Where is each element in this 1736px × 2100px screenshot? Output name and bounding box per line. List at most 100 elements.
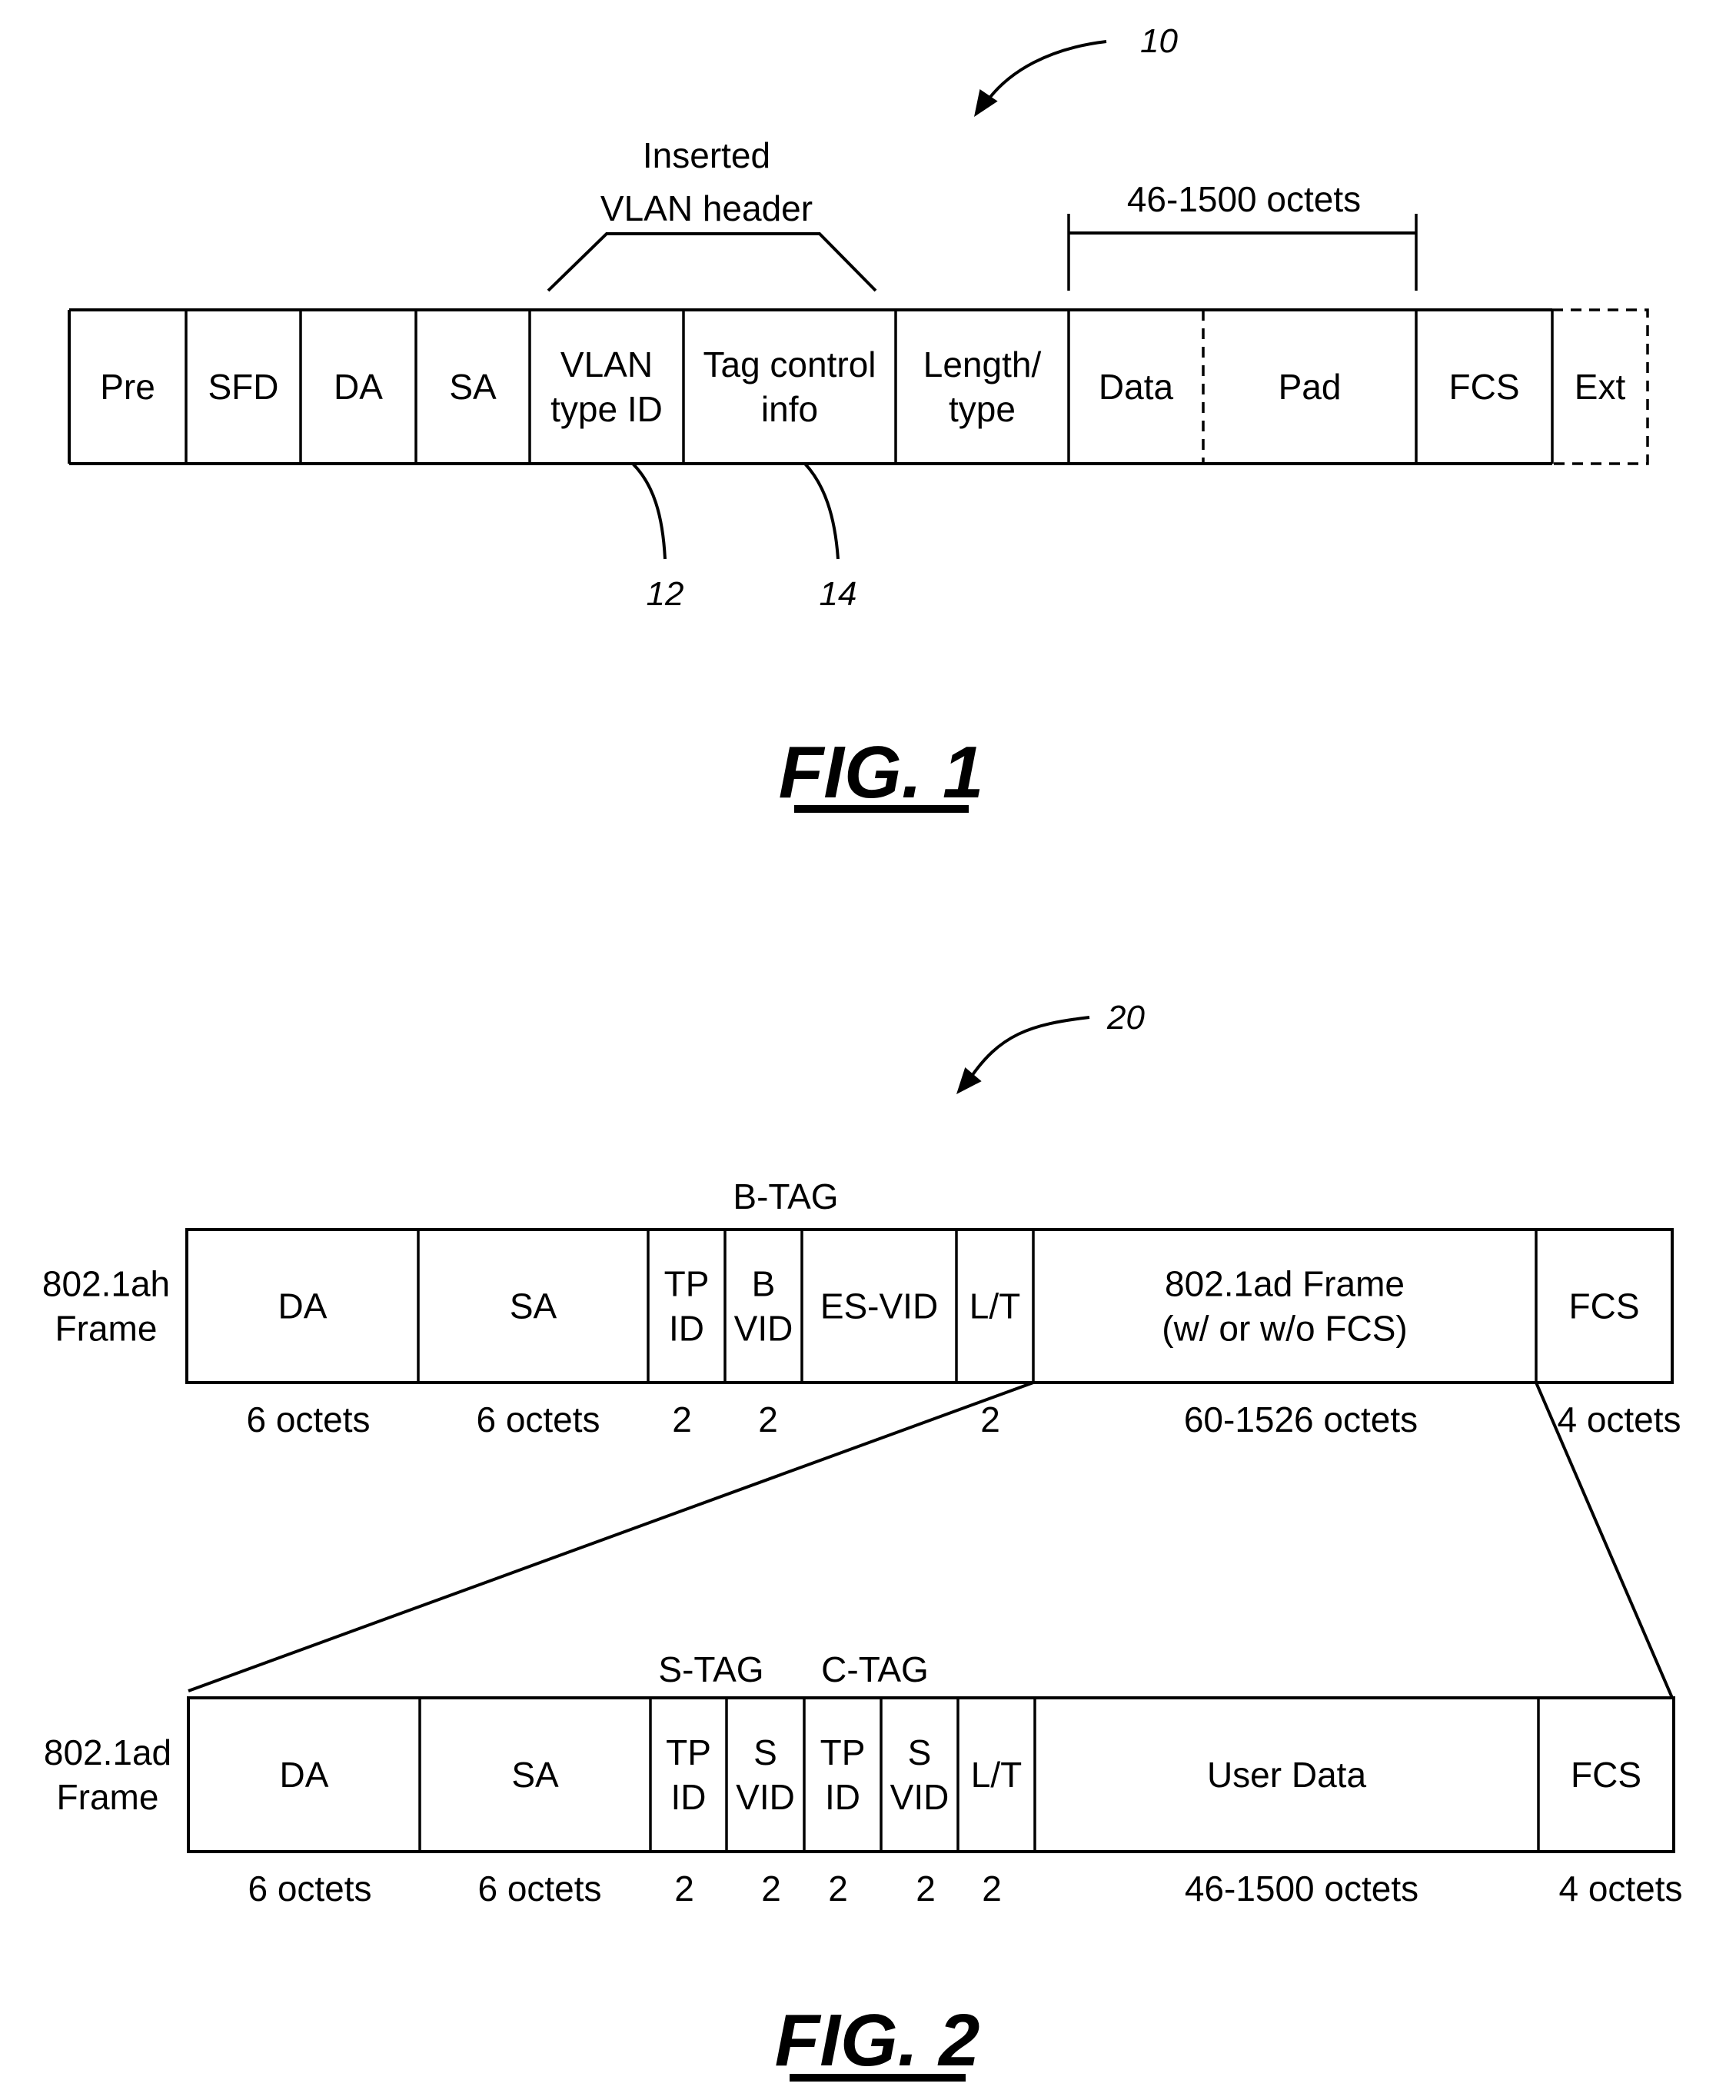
ah-field-ad-frame: 802.1ad Frame (w/ or w/o FCS) 60-1526 octe…: [1032, 1230, 1418, 1439]
ad-field-label-c-vid-line-1: S: [908, 1732, 932, 1772]
ad-size-label-s-tp-id: 2: [674, 1869, 694, 1909]
field-da: DA: [299, 310, 383, 464]
ah-size-label-ad-frame: 60-1526 octets: [1184, 1399, 1418, 1439]
ad-field-label-user-data-line-1: User Data: [1207, 1755, 1366, 1795]
ah-field-da: DA 6 octets: [246, 1286, 370, 1440]
ad-size-label-fcs: 4 octets: [1558, 1869, 1682, 1909]
ad-field-label-da-line-1: DA: [280, 1755, 329, 1795]
ah-field-label-da-line-1: DA: [278, 1286, 328, 1326]
ad-frame-row: 802.1ad Frame DA 6 octets SA 6 octets TP ID 2 S VI…: [44, 1649, 1683, 1909]
field-length-type: Length/type: [894, 310, 1042, 464]
field-pre: Pre: [100, 367, 155, 407]
ad-size-label-sa: 6 octets: [477, 1869, 601, 1909]
figure-2-pbb-frame: 802.1ah Frame DA 6 octets SA 6 octets TP ID 2 B VI…: [42, 999, 1683, 2082]
ad-field-label-c-tp-id-line-1: TP: [820, 1732, 866, 1772]
field-label-da-line-1: DA: [334, 367, 383, 407]
patent-drawing-sheet: Pre SFD DA SA VLAN type ID Tag control info Leng…: [42, 22, 1683, 2082]
ah-field-label-ad-frame-line-1: 802.1ad Frame: [1165, 1264, 1405, 1304]
field-label-sa-line-1: SA: [449, 367, 497, 407]
ad-size-label-c-vid: 2: [916, 1869, 936, 1909]
ah-size-label-b-vid: 2: [758, 1399, 778, 1439]
ad-field-lt: L/T 2: [956, 1698, 1022, 1909]
ah-size-label-fcs: 4 octets: [1557, 1399, 1681, 1439]
ad-group-label-s-tag: S-TAG: [658, 1649, 763, 1689]
vlan-header-bracket: [547, 232, 877, 292]
field-label-length-type-line-2: type: [949, 389, 1016, 429]
ad-field-s-vid: S VID 2: [725, 1698, 795, 1909]
reference-numeral-14: 14: [820, 575, 857, 613]
ad-field-fcs: FCS 4 octets: [1537, 1698, 1683, 1909]
ah-size-label-sa: 6 octets: [476, 1399, 600, 1439]
ah-field-tp-id: TP ID 2: [647, 1230, 710, 1439]
field-ext: Ext: [1551, 310, 1626, 464]
field-label-data-line-1: Data: [1099, 367, 1174, 407]
reference-14-leader: [803, 462, 840, 560]
vlan-header-label-line-2: VLAN header: [600, 188, 813, 228]
ah-field-label-es-vid-line-1: ES-VID: [820, 1286, 938, 1326]
field-label-vlan-type-id-line-1: VLAN: [560, 344, 653, 384]
ah-field-es-vid: ES-VID: [800, 1230, 938, 1383]
reference-12-leader: [631, 462, 667, 560]
figure-2-caption-underline: [790, 2074, 966, 2082]
ad-row-label-line-1: 802.1ad: [44, 1732, 171, 1772]
field-label-ext-line-1: Ext: [1575, 367, 1626, 407]
ad-field-label-s-vid-line-2: VID: [736, 1777, 795, 1817]
ad-field-s-tp-id: TP ID 2: [649, 1698, 711, 1909]
field-label-sfd-line-1: SFD: [208, 367, 279, 407]
field-label-fcs-line-1: FCS: [1449, 367, 1520, 407]
ad-size-label-s-vid: 2: [761, 1869, 781, 1909]
ah-field-sa: SA 6 octets: [417, 1230, 600, 1439]
reference-numeral-20: 20: [1106, 999, 1145, 1037]
ah-field-label-b-vid-line-1: B: [752, 1264, 776, 1304]
reference-20-arrowhead-icon: [956, 1067, 982, 1094]
ah-field-label-tp-id-line-2: ID: [669, 1309, 704, 1349]
field-sa: SA: [414, 310, 497, 464]
ah-row-label-line-1: 802.1ah: [42, 1264, 170, 1304]
ad-field-label-s-tp-id-line-1: TP: [666, 1732, 711, 1772]
ad-size-label-lt: 2: [982, 1869, 1002, 1909]
ah-field-label-tp-id-line-1: TP: [664, 1264, 710, 1304]
field-label-pre-line-1: Pre: [100, 367, 155, 407]
field-sfd: SFD: [185, 310, 279, 464]
ad-size-label-da: 6 octets: [248, 1869, 371, 1909]
ah-field-label-ad-frame-line-2: (w/ or w/o FCS): [1162, 1309, 1407, 1349]
figure-1-caption-underline: [794, 805, 969, 813]
figure-1-ethernet-vlan-frame: Pre SFD DA SA VLAN type ID Tag control info Leng…: [68, 22, 1649, 814]
vlan-header-label-line-1: Inserted: [643, 135, 770, 175]
figure-2-caption: FIG. 2: [775, 1999, 980, 2082]
ad-field-label-c-vid-line-2: VID: [890, 1777, 949, 1817]
ah-size-label-lt: 2: [980, 1399, 1000, 1439]
field-label-tag-control-info-line-2: info: [761, 389, 818, 429]
ad-group-label-c-tag: C-TAG: [821, 1649, 929, 1689]
ah-field-label-fcs-line-1: FCS: [1569, 1286, 1640, 1326]
ad-row-label-line-2: Frame: [57, 1777, 159, 1817]
field-pad: Pad: [1202, 310, 1341, 464]
ad-field-label-sa-line-1: SA: [511, 1755, 559, 1795]
ad-size-label-c-tp-id: 2: [828, 1869, 848, 1909]
reference-numeral-10: 10: [1140, 22, 1178, 60]
ad-field-c-tp-id: TP ID 2: [803, 1698, 866, 1909]
ad-field-c-vid: S VID 2: [880, 1698, 949, 1909]
ah-size-label-tp-id: 2: [672, 1399, 692, 1439]
ah-row-label-line-2: Frame: [55, 1309, 158, 1349]
field-fcs: FCS: [1415, 310, 1520, 464]
ah-field-b-vid: B VID 2: [723, 1230, 793, 1439]
field-label-length-type-line-1: Length/: [923, 344, 1042, 384]
reference-10-arrow-shaft: [981, 40, 1107, 109]
field-tag-control-info: Tag control info: [682, 310, 876, 464]
field-label-tag-control-info-line-1: Tag control: [703, 344, 876, 384]
ah-field-fcs: FCS 4 octets: [1535, 1230, 1681, 1439]
ad-field-user-data: User Data 46-1500 octets: [1033, 1698, 1418, 1909]
reference-numeral-12: 12: [647, 575, 684, 613]
ad-frame-outline: [187, 1696, 1675, 1853]
reference-20-arrow-shaft: [967, 1016, 1090, 1082]
field-vlan-type-id: VLAN type ID: [528, 310, 663, 464]
ad-field-sa: SA 6 octets: [418, 1698, 602, 1909]
ad-field-label-lt-line-1: L/T: [971, 1755, 1022, 1795]
data-bracket-label: 46-1500 octets: [1127, 179, 1361, 219]
ah-size-label-da: 6 octets: [246, 1399, 370, 1439]
field-label-vlan-type-id-line-2: type ID: [550, 389, 663, 429]
ad-field-label-s-vid-line-1: S: [753, 1732, 777, 1772]
ad-size-label-user-data: 46-1500 octets: [1185, 1869, 1418, 1909]
figure-1-caption: FIG. 1: [779, 731, 984, 814]
